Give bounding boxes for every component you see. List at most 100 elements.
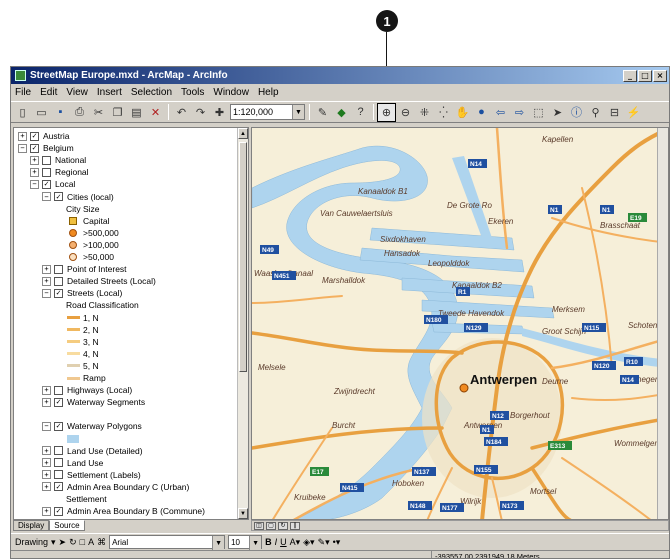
expand-icon[interactable]: + [42,276,51,286]
add-data-icon[interactable]: ✚ [211,104,228,121]
toc-layer-row[interactable]: 4, N [66,348,99,360]
save-icon[interactable]: ▪ [52,104,69,121]
redo-icon[interactable]: ↷ [192,104,209,121]
fixed-zoom-in-icon[interactable]: ⁜ [416,104,433,121]
undo-icon[interactable]: ↶ [173,104,190,121]
layer-checkbox[interactable]: ✓ [42,179,51,189]
scroll-thumb[interactable] [239,142,247,372]
select-elements-icon[interactable]: ➤ [59,537,67,548]
toc-layer-row[interactable]: + Point of Interest [42,263,127,275]
toc-layer-row[interactable]: Capital [66,215,109,227]
map-canvas[interactable]: Kapellen Kanaaldok B1 De Grote Ro Van Cauwe… [252,128,669,520]
expand-icon[interactable]: + [42,264,51,274]
toc-layer-row[interactable]: >500,000 [66,227,119,239]
layer-checkbox[interactable]: ✓ [54,506,63,516]
menu-window[interactable]: Window [213,87,249,98]
toc-layer-row[interactable]: + ✓ Admin Area Boundary B (Commune) [42,505,205,517]
identify-icon[interactable]: ⓘ [568,104,585,121]
scroll-down-icon[interactable]: ▼ [238,508,248,519]
map-scrollbar[interactable] [657,128,668,519]
font-combo[interactable]: Arial ▼ [109,535,226,550]
toc-scrollbar[interactable]: ▲ ▼ [237,128,248,519]
new-document-icon[interactable]: ▯ [14,104,31,121]
chevron-down-icon[interactable]: ▾ [51,537,56,548]
whats-this-icon[interactable]: ? [352,104,369,121]
collapse-icon[interactable]: − [18,143,27,153]
toc-layer-row[interactable]: >100,000 [66,239,119,251]
toc-layer-row[interactable]: Ramp [66,372,106,384]
delete-icon[interactable]: ✕ [147,104,164,121]
menu-tools[interactable]: Tools [181,87,204,98]
full-extent-icon[interactable]: ● [473,104,490,121]
menu-file[interactable]: File [15,87,31,98]
measure-icon[interactable]: ⊟ [606,104,623,121]
layer-checkbox[interactable]: ✓ [54,482,63,492]
toc-layer-row[interactable]: 1, N [66,312,99,324]
toc-layer-row[interactable]: + Detailed Streets (Local) [42,275,156,287]
toc-layer-row[interactable]: + ✓ Waterway Segments [42,396,145,408]
toc-layer-row[interactable]: 5, N [66,360,99,372]
underline-button[interactable]: U [280,537,287,547]
layer-checkbox[interactable] [54,264,63,274]
layer-checkbox[interactable] [54,385,63,395]
scroll-up-icon[interactable]: ▲ [238,128,248,139]
layer-checkbox[interactable]: ✓ [54,288,63,298]
fixed-zoom-out-icon[interactable]: ⁛ [435,104,452,121]
menu-insert[interactable]: Insert [97,87,122,98]
layer-checkbox[interactable]: ✓ [54,192,63,201]
font-color-icon[interactable]: A▾ [290,537,301,548]
find-icon[interactable]: ⚲ [587,104,604,121]
layer-checkbox[interactable]: ✓ [54,421,63,431]
fill-color-icon[interactable]: ◈▾ [303,537,314,548]
expand-icon[interactable]: + [30,155,39,165]
collapse-icon[interactable]: − [42,288,51,298]
toc-layer-row[interactable]: + Settlement (Labels) [42,469,141,481]
bold-button[interactable]: B [265,537,272,547]
cut-icon[interactable]: ✂ [90,104,107,121]
expand-icon[interactable]: + [42,470,51,480]
expand-icon[interactable]: + [42,482,51,492]
layer-checkbox[interactable]: ✓ [54,397,63,407]
print-icon[interactable]: ⎙ [71,104,88,121]
layer-checkbox[interactable] [54,446,63,456]
close-button[interactable]: × [653,69,667,82]
pan-icon[interactable]: ✋ [454,104,471,121]
hyperlink-icon[interactable]: ⚡ [625,104,642,121]
collapse-icon[interactable]: − [30,179,39,189]
pause-drawing-icon[interactable]: ∥ [290,521,300,530]
zoom-out-icon[interactable]: ⊖ [397,104,414,121]
toc-layer-row[interactable]: − ✓ Cities (local) [42,191,114,203]
layer-checkbox[interactable] [54,470,63,480]
expand-icon[interactable]: + [18,131,27,141]
layer-checkbox[interactable]: ✓ [30,143,39,153]
marker-color-icon[interactable]: •▾ [333,537,341,548]
tab-source[interactable]: Source [49,520,85,531]
map-scale-combo[interactable]: 1:120,000 ▼ [230,104,305,120]
collapse-icon[interactable]: − [42,192,51,201]
select-features-icon[interactable]: ⬚ [530,104,547,121]
toc-layer-row[interactable]: + National [30,154,86,166]
layer-checkbox[interactable] [42,167,51,177]
toc-layer-row[interactable]: − ✓ Streets (Local) [42,287,122,299]
refresh-icon[interactable]: ↻ [278,521,288,530]
menu-selection[interactable]: Selection [131,87,172,98]
zoom-in-icon[interactable]: ⊕ [377,102,396,122]
menu-help[interactable]: Help [258,87,279,98]
tab-display[interactable]: Display [13,520,50,531]
maximize-button[interactable]: □ [638,69,652,82]
copy-icon[interactable]: ❐ [109,104,126,121]
chevron-down-icon[interactable]: ▼ [249,536,262,550]
toc-layer-row[interactable]: + ✓ Admin Area Boundary C (Urban) [42,481,189,493]
back-extent-icon[interactable]: ⇦ [492,104,509,121]
open-folder-icon[interactable]: ▭ [33,104,50,121]
expand-icon[interactable]: + [42,397,51,407]
toc-layer-row[interactable]: + Highways (Local) [42,384,132,396]
editor-toolbar-icon[interactable]: ✎ [314,104,331,121]
collapse-icon[interactable]: − [42,421,51,431]
rotate-icon[interactable]: ↻ [69,537,77,548]
expand-icon[interactable]: + [42,446,51,456]
callout-icon[interactable]: ⌘ [97,537,106,548]
new-text-icon[interactable]: A [88,537,94,547]
toc-layer-row[interactable]: − ✓ Local [30,178,75,190]
forward-extent-icon[interactable]: ⇨ [511,104,528,121]
